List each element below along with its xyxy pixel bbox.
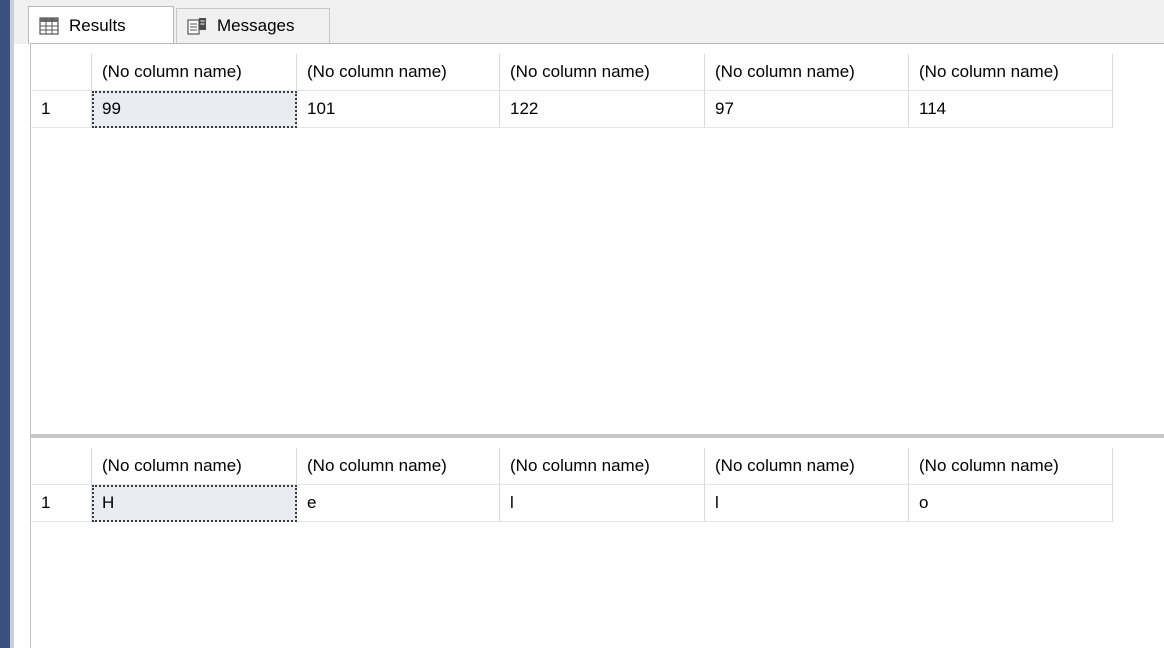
row-number[interactable]: 1: [31, 485, 92, 522]
column-header[interactable]: (No column name): [297, 448, 500, 485]
results-pane-1[interactable]: (No column name) (No column name) (No co…: [30, 44, 1164, 434]
results-grid-2: (No column name) (No column name) (No co…: [31, 448, 1113, 522]
grid-cell[interactable]: 122: [500, 91, 705, 128]
column-header[interactable]: (No column name): [297, 54, 500, 91]
results-tabbar: Results Messages: [14, 0, 1164, 44]
grid-cell[interactable]: 97: [705, 91, 909, 128]
grid-corner[interactable]: [31, 54, 92, 91]
grid-cell-selected[interactable]: H: [92, 485, 297, 522]
column-header[interactable]: (No column name): [705, 448, 909, 485]
column-header[interactable]: (No column name): [92, 54, 297, 91]
tab-results-label: Results: [69, 15, 126, 35]
tab-messages-label: Messages: [217, 16, 295, 35]
tab-results[interactable]: Results: [28, 6, 174, 44]
grid-cell[interactable]: 114: [909, 91, 1113, 128]
grid-corner[interactable]: [31, 448, 92, 485]
column-header[interactable]: (No column name): [909, 54, 1113, 91]
window-left-edge: [0, 0, 14, 648]
column-header[interactable]: (No column name): [705, 54, 909, 91]
messages-icon: [187, 17, 207, 35]
grid-cell[interactable]: e: [297, 485, 500, 522]
grid-cell[interactable]: o: [909, 485, 1113, 522]
column-header[interactable]: (No column name): [500, 54, 705, 91]
results-grid-1: (No column name) (No column name) (No co…: [31, 54, 1113, 128]
grid-icon: [39, 16, 59, 35]
column-header[interactable]: (No column name): [92, 448, 297, 485]
grid-cell-selected[interactable]: 99: [92, 91, 297, 128]
row-number[interactable]: 1: [31, 91, 92, 128]
results-pane-2[interactable]: (No column name) (No column name) (No co…: [30, 438, 1164, 648]
grid-cell[interactable]: l: [705, 485, 909, 522]
grid-cell[interactable]: 101: [297, 91, 500, 128]
column-header[interactable]: (No column name): [500, 448, 705, 485]
column-header[interactable]: (No column name): [909, 448, 1113, 485]
grid-cell[interactable]: l: [500, 485, 705, 522]
tab-messages[interactable]: Messages: [176, 8, 330, 43]
